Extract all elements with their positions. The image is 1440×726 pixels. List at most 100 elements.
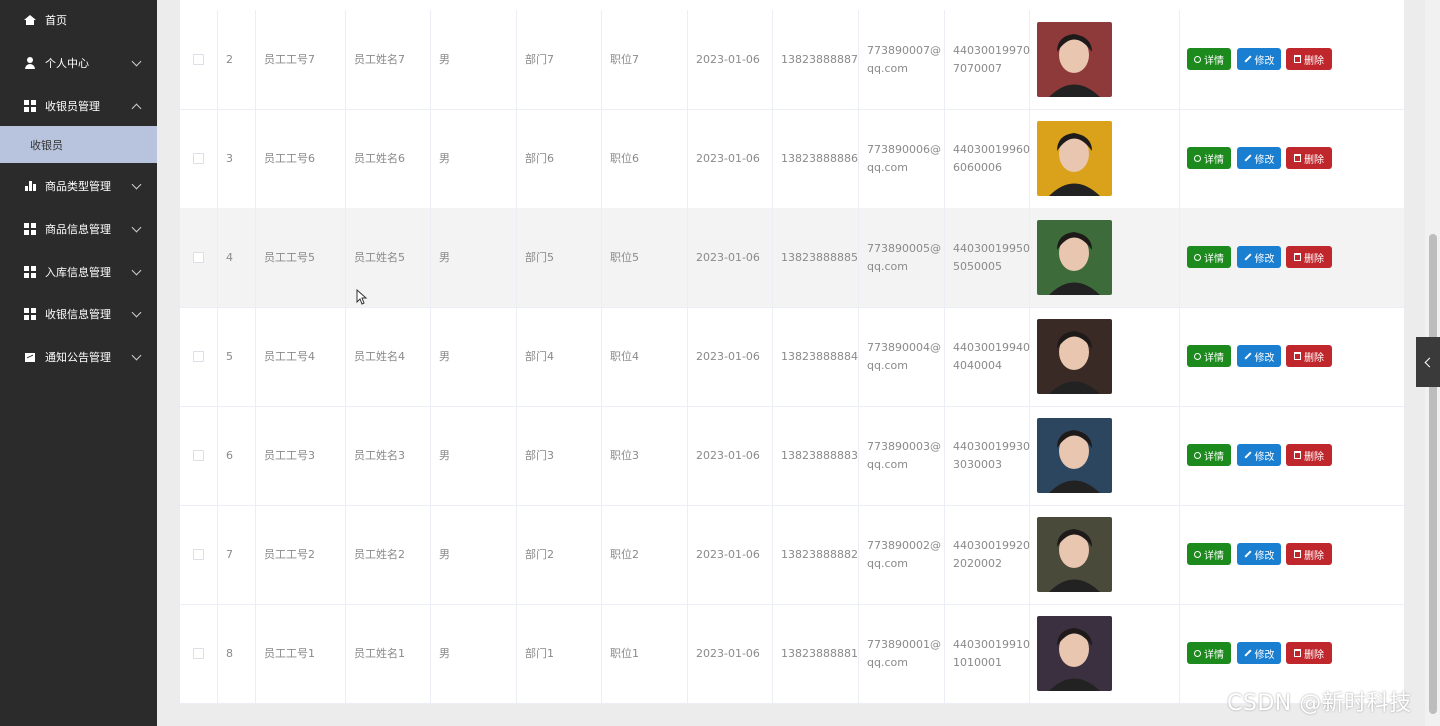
edit-icon: [1243, 550, 1252, 558]
trash-icon: [1294, 55, 1301, 63]
employee-photo: [1037, 22, 1112, 97]
row-checkbox[interactable]: [193, 450, 204, 461]
edit-icon: [1243, 154, 1252, 162]
position-cell: 职位1: [602, 604, 688, 703]
employee-photo: [1037, 517, 1112, 592]
email-line: 773890003@: [867, 439, 941, 453]
chevron-down-icon: [131, 265, 142, 276]
sidebar-item-label: 通知公告管理: [45, 351, 111, 364]
sidebar-item-3[interactable]: 商品类型管理: [0, 166, 157, 206]
row-checkbox[interactable]: [193, 252, 204, 263]
id-number-line: 44030019950: [953, 241, 1030, 255]
select-cell: [180, 109, 218, 208]
employee-photo: [1037, 319, 1112, 394]
delete-button-label: 删除: [1304, 649, 1324, 661]
row-checkbox[interactable]: [193, 153, 204, 164]
phone-text: 13823888883: [781, 448, 858, 462]
sidebar-item-6[interactable]: 收银信息管理: [0, 294, 157, 334]
sidebar-item-4[interactable]: 商品信息管理: [0, 209, 157, 249]
delete-button[interactable]: 删除: [1286, 246, 1332, 268]
position-text: 职位5: [610, 250, 639, 264]
sidebar-item-7[interactable]: 通知公告管理: [0, 337, 157, 377]
row-checkbox[interactable]: [193, 549, 204, 560]
gender-text: 男: [439, 349, 450, 363]
delete-button-label: 删除: [1304, 550, 1324, 562]
search-icon: [1194, 55, 1201, 63]
table-row[interactable]: 7 员工工号2 员工姓名2 男 部门2 职位2 2023-01-06 13823888882 7…: [180, 505, 1404, 605]
employee-photo: [1037, 616, 1112, 691]
sidebar-item-5[interactable]: 入库信息管理: [0, 252, 157, 292]
edit-button[interactable]: 修改: [1237, 147, 1281, 169]
sidebar-item-label: 首页: [45, 14, 67, 27]
position-cell: 职位5: [602, 208, 688, 307]
id-number-cell: 44030019960 6060006: [945, 109, 1030, 208]
detail-button[interactable]: 详情: [1187, 444, 1231, 466]
edit-button[interactable]: 修改: [1237, 642, 1281, 664]
email-line: qq.com: [867, 556, 908, 570]
id-number-line: 44030019970: [953, 43, 1030, 57]
id-number-cell: 44030019970 7070007: [945, 10, 1030, 109]
table-row[interactable]: 8 员工工号1 员工姓名1 男 部门1 职位1 2023-01-06 13823888881 7…: [180, 604, 1404, 704]
detail-button[interactable]: 详情: [1187, 48, 1231, 70]
edit-icon: [1243, 253, 1252, 261]
edit-button[interactable]: 修改: [1237, 345, 1281, 367]
sidebar-item-0[interactable]: 首页: [0, 0, 157, 40]
id-number-wrap: 44030019910 1010001: [953, 636, 1030, 672]
photo-cell: [1030, 109, 1180, 208]
scrollbar-thumb[interactable]: [1429, 234, 1437, 714]
department-cell: 部门3: [517, 406, 602, 505]
detail-button[interactable]: 详情: [1187, 642, 1231, 664]
detail-button-label: 详情: [1204, 55, 1224, 67]
id-number-line: 44030019930: [953, 439, 1030, 453]
position-text: 职位2: [610, 547, 639, 561]
table-row[interactable]: 5 员工工号4 员工姓名4 男 部门4 职位4 2023-01-06 13823888884 7…: [180, 307, 1404, 407]
employee-number-text: 员工工号2: [264, 547, 315, 561]
id-number-wrap: 44030019970 7070007: [953, 42, 1030, 78]
index-cell: 8: [218, 604, 256, 703]
index-cell: 3: [218, 109, 256, 208]
delete-button[interactable]: 删除: [1286, 48, 1332, 70]
actions-cell: 详情 修改 删除: [1180, 208, 1404, 307]
id-number-wrap: 44030019930 3030003: [953, 438, 1030, 474]
trash-icon: [1294, 154, 1301, 162]
row-checkbox[interactable]: [193, 54, 204, 65]
sidebar-subitem-cashier[interactable]: 收银员: [0, 126, 157, 163]
employee-name-text: 员工姓名6: [354, 151, 405, 165]
collapse-toggle-button[interactable]: [1416, 337, 1440, 387]
department-cell: 部门1: [517, 604, 602, 703]
edit-button[interactable]: 修改: [1237, 543, 1281, 565]
edit-button[interactable]: 修改: [1237, 246, 1281, 268]
edit-button[interactable]: 修改: [1237, 444, 1281, 466]
row-checkbox[interactable]: [193, 351, 204, 362]
main-content: 2 员工工号7 员工姓名7 男 部门7 职位7 2023-01-06 13823888887 7…: [157, 0, 1440, 726]
search-icon: [1194, 253, 1201, 261]
actions-cell: 详情 修改 删除: [1180, 406, 1404, 505]
date-cell: 2023-01-06: [688, 406, 773, 505]
email-wrap: 773890001@ qq.com: [867, 636, 941, 672]
delete-button[interactable]: 删除: [1286, 543, 1332, 565]
department-text: 部门1: [525, 646, 554, 660]
date-cell: 2023-01-06: [688, 307, 773, 406]
table-row[interactable]: 2 员工工号7 员工姓名7 男 部门7 职位7 2023-01-06 13823888887 7…: [180, 10, 1404, 110]
edit-button[interactable]: 修改: [1237, 48, 1281, 70]
delete-button[interactable]: 删除: [1286, 444, 1332, 466]
table-row[interactable]: 3 员工工号6 员工姓名6 男 部门6 职位6 2023-01-06 13823888886 7…: [180, 109, 1404, 209]
sidebar-item-1[interactable]: 个人中心: [0, 43, 157, 83]
row-checkbox[interactable]: [193, 648, 204, 659]
delete-button[interactable]: 删除: [1286, 642, 1332, 664]
detail-button[interactable]: 详情: [1187, 345, 1231, 367]
email-wrap: 773890004@ qq.com: [867, 339, 941, 375]
photo-cell: [1030, 406, 1180, 505]
detail-button[interactable]: 详情: [1187, 246, 1231, 268]
table-row[interactable]: 6 员工工号3 员工姓名3 男 部门3 职位3 2023-01-06 13823888883 7…: [180, 406, 1404, 506]
detail-button[interactable]: 详情: [1187, 147, 1231, 169]
delete-button[interactable]: 删除: [1286, 345, 1332, 367]
id-number-line: 44030019910: [953, 637, 1030, 651]
sidebar-item-2[interactable]: 收银员管理: [0, 86, 157, 126]
gender-text: 男: [439, 250, 450, 264]
trash-icon: [1294, 352, 1301, 360]
detail-button[interactable]: 详情: [1187, 543, 1231, 565]
department-text: 部门6: [525, 151, 554, 165]
department-cell: 部门6: [517, 109, 602, 208]
delete-button[interactable]: 删除: [1286, 147, 1332, 169]
